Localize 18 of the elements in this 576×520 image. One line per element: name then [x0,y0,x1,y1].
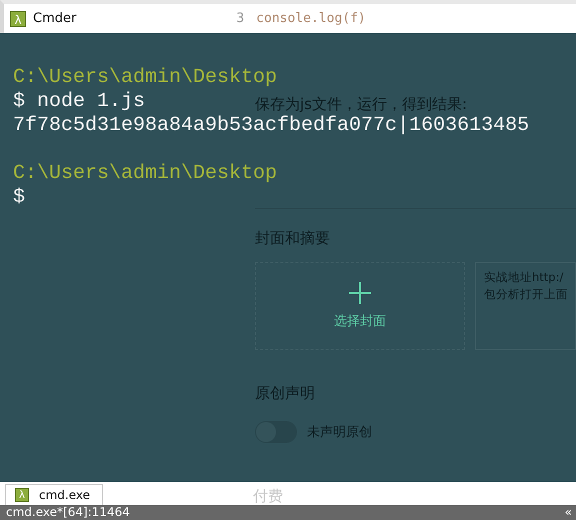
section-title: 封面和摘要 [255,229,331,248]
line-number: 3 [236,11,244,26]
terminal-text: 7f78c5d31e98a84a9b53acfbedfa077c|1603613485 [13,114,530,137]
code-line: console.log(f) [256,11,366,26]
cmder-logo: λ [10,10,26,26]
terminal-text: $ [13,186,26,209]
window-title: Cmder [33,11,76,26]
cover-picker[interactable]: 选择封面 [255,262,465,350]
collapse-button[interactable]: « [564,505,572,520]
prompt-path: C:\Users\admin\Desktop [13,162,278,185]
terminal-text: $ node 1.js [13,90,146,113]
status-text: cmd.exe*[64]:11464 [6,505,130,520]
prompt-path: C:\Users\admin\Desktop [13,66,278,89]
toggle-label: 未声明原创 [307,424,372,441]
instruction-text: 保存为js文件，运行，得到结果: [255,95,468,114]
console-tab[interactable]: λ cmd.exe [5,484,104,505]
section-title: 原创声明 [255,384,316,403]
plus-icon [349,282,371,304]
